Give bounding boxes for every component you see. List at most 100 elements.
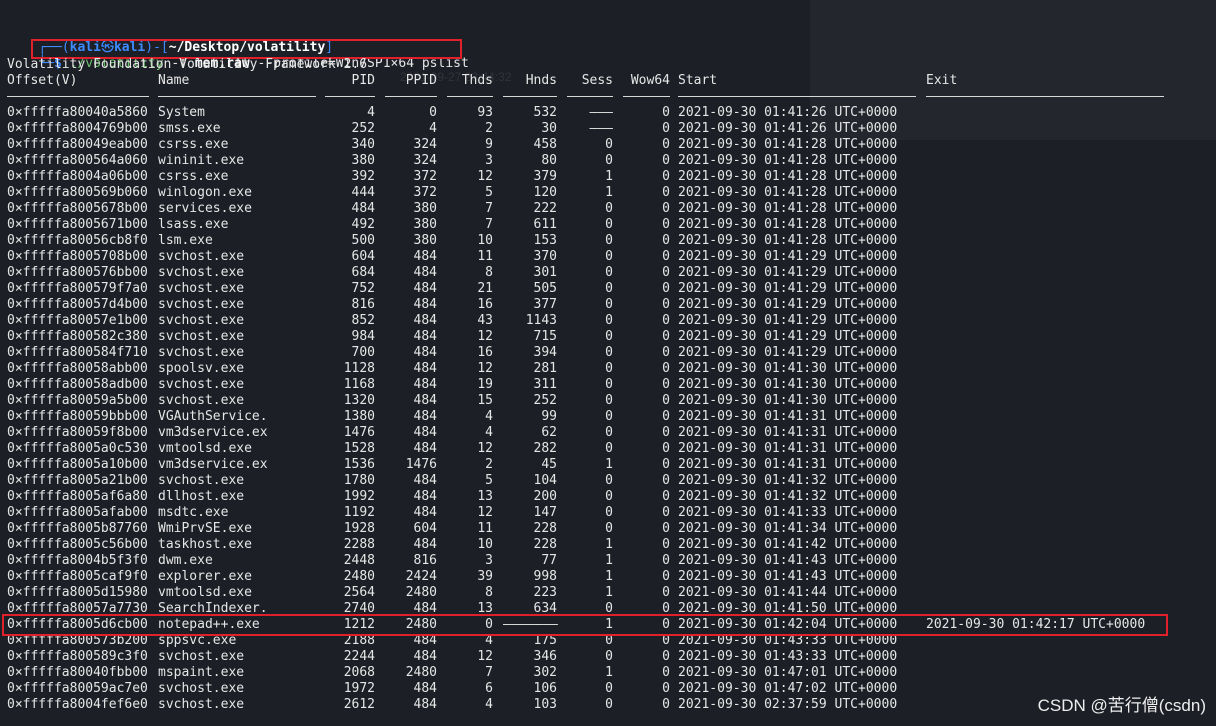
cell-sess: 0 bbox=[605, 153, 613, 168]
cell-thds: 11 bbox=[477, 521, 493, 536]
cell-wow64: 0 bbox=[662, 537, 670, 552]
cell-wow64: 0 bbox=[662, 441, 670, 456]
cell-offset: 0×fffffa8005c56b00 bbox=[7, 537, 148, 552]
table-row: 0×fffffa8004fef6e0 svchost.exe 2612 484 4 103… bbox=[7, 697, 1207, 713]
cell-start: 2021-09-30 01:41:29 UTC+0000 bbox=[678, 313, 898, 328]
col-sess: Sess bbox=[581, 73, 613, 88]
cell-hnds: 228 bbox=[533, 521, 557, 536]
cell-thds: 5 bbox=[485, 185, 493, 200]
cell-offset: 0×fffffa80057e1b00 bbox=[7, 313, 148, 328]
cell-sess: 0 bbox=[605, 425, 613, 440]
cell-hnds: 377 bbox=[533, 297, 557, 312]
cell-start: 2021-09-30 01:41:28 UTC+0000 bbox=[678, 217, 898, 232]
table-row: 0×fffffa8004a06b00 csrss.exe 392 372 12 379 1 0… bbox=[7, 169, 1207, 185]
cell-ppid: 484 bbox=[413, 409, 437, 424]
cell-thds: 3 bbox=[485, 153, 493, 168]
cell-offset: 0×fffffa8004fef6e0 bbox=[7, 697, 148, 712]
cell-wow64: 0 bbox=[662, 521, 670, 536]
cell-wow64: 0 bbox=[662, 377, 670, 392]
cell-pid: 1380 bbox=[343, 409, 375, 424]
cell-thds: 15 bbox=[477, 393, 493, 408]
cell-pid: 700 bbox=[351, 345, 375, 360]
cell-pid: 1128 bbox=[343, 361, 375, 376]
cell-offset: 0×fffffa8005671b00 bbox=[7, 217, 148, 232]
cell-hnds: 611 bbox=[533, 217, 557, 232]
table-row: 0×fffffa800576bb00 svchost.exe 684 484 8 301 0… bbox=[7, 265, 1207, 281]
cell-hnds: 346 bbox=[533, 649, 557, 664]
cell-sess: 0 bbox=[605, 345, 613, 360]
cell-pid: 852 bbox=[351, 313, 375, 328]
table-row: 0×fffffa8005b87760 WmiPrvSE.exe 1928 604 11 2… bbox=[7, 521, 1207, 537]
banner: Volatility Foundation Volatility Framewo… bbox=[7, 57, 368, 72]
cell-pid: 1476 bbox=[343, 425, 375, 440]
cell-thds: 10 bbox=[477, 233, 493, 248]
table-row: 0×fffffa80040a5860 System 4 0 93 532 ——— 0 2021-… bbox=[7, 105, 1207, 121]
cell-sess: 0 bbox=[605, 681, 613, 696]
cell-start: 2021-09-30 01:41:44 UTC+0000 bbox=[678, 585, 898, 600]
cell-start: 2021-09-30 01:47:02 UTC+0000 bbox=[678, 681, 898, 696]
cell-hnds: 379 bbox=[533, 169, 557, 184]
cell-start: 2021-09-30 02:37:59 UTC+0000 bbox=[678, 697, 898, 712]
cell-offset: 0×fffffa80057d4b00 bbox=[7, 297, 148, 312]
cell-thds: 13 bbox=[477, 489, 493, 504]
cell-thds: 8 bbox=[485, 585, 493, 600]
cell-pid: 684 bbox=[351, 265, 375, 280]
cell-pid: 1780 bbox=[343, 473, 375, 488]
cell-sess: 1 bbox=[605, 537, 613, 552]
col-start: Start bbox=[678, 73, 718, 88]
cell-offset: 0×fffffa80049eab00 bbox=[7, 137, 148, 152]
cell-ppid: 484 bbox=[413, 361, 437, 376]
cell-hnds: 302 bbox=[533, 665, 557, 680]
cell-sess: 0 bbox=[605, 281, 613, 296]
cell-wow64: 0 bbox=[662, 265, 670, 280]
cell-wow64: 0 bbox=[662, 585, 670, 600]
cell-thds: 93 bbox=[477, 105, 493, 120]
cell-pid: 2480 bbox=[343, 569, 375, 584]
cell-name: services.exe bbox=[158, 201, 252, 216]
cell-name: System bbox=[158, 105, 205, 120]
underline-start bbox=[678, 96, 916, 97]
cell-wow64: 0 bbox=[662, 409, 670, 424]
cell-hnds: 228 bbox=[533, 537, 557, 552]
cell-sess: ——— bbox=[589, 105, 613, 120]
cell-thds: 12 bbox=[477, 441, 493, 456]
cell-offset: 0×fffffa8005a0c530 bbox=[7, 441, 148, 456]
cell-wow64: 0 bbox=[662, 329, 670, 344]
cell-pid: 752 bbox=[351, 281, 375, 296]
cell-offset: 0×fffffa800564a060 bbox=[7, 153, 148, 168]
cell-hnds: 532 bbox=[533, 105, 557, 120]
cell-name: vm3dservice.ex bbox=[158, 457, 268, 472]
cell-ppid: 484 bbox=[413, 281, 437, 296]
underline-pid bbox=[325, 96, 375, 97]
cell-hnds: 311 bbox=[533, 377, 557, 392]
underline-ppid bbox=[385, 96, 437, 97]
cell-start: 2021-09-30 01:41:28 UTC+0000 bbox=[678, 233, 898, 248]
cell-name: csrss.exe bbox=[158, 169, 229, 184]
cell-start: 2021-09-30 01:41:43 UTC+0000 bbox=[678, 553, 898, 568]
cell-hnds: 99 bbox=[541, 409, 557, 424]
cell-name: WmiPrvSE.exe bbox=[158, 521, 252, 536]
terminal-window[interactable]: ┌──(kali㉿kali)-[~/Desktop/volatility] └─… bbox=[0, 0, 1216, 726]
cell-start: 2021-09-30 01:41:31 UTC+0000 bbox=[678, 409, 898, 424]
cell-start: 2021-09-30 01:41:28 UTC+0000 bbox=[678, 169, 898, 184]
cell-sess: 0 bbox=[605, 441, 613, 456]
cell-ppid: 484 bbox=[413, 265, 437, 280]
cell-wow64: 0 bbox=[662, 121, 670, 136]
cell-wow64: 0 bbox=[662, 569, 670, 584]
table-row: 0×fffffa8005708b00 svchost.exe 604 484 11 370… bbox=[7, 249, 1207, 265]
cell-name: VGAuthService. bbox=[158, 409, 268, 424]
cell-hnds: 106 bbox=[533, 681, 557, 696]
cell-sess: 0 bbox=[605, 297, 613, 312]
cell-name: svchost.exe bbox=[158, 329, 245, 344]
cell-hnds: 301 bbox=[533, 265, 557, 280]
cell-start: 2021-09-30 01:41:29 UTC+0000 bbox=[678, 297, 898, 312]
table-row: 0×fffffa8005a21b00 svchost.exe 1780 484 5 104… bbox=[7, 473, 1207, 489]
cell-name: dllhost.exe bbox=[158, 489, 245, 504]
cell-ppid: 484 bbox=[413, 377, 437, 392]
cell-ppid: 484 bbox=[413, 425, 437, 440]
table-row: 0×fffffa8005c56b00 taskhost.exe 2288 484 10 2… bbox=[7, 537, 1207, 553]
cell-sess: 0 bbox=[605, 393, 613, 408]
cell-ppid: 372 bbox=[413, 169, 437, 184]
cell-start: 2021-09-30 01:41:28 UTC+0000 bbox=[678, 201, 898, 216]
cell-thds: 7 bbox=[485, 201, 493, 216]
